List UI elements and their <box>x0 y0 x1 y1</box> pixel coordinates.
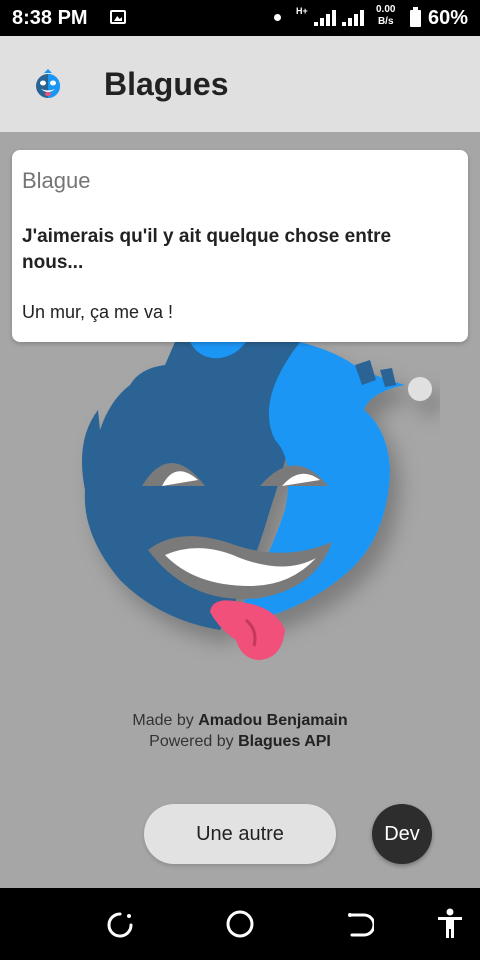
image-notification-icon <box>110 10 126 24</box>
powered-by-prefix: Powered by <box>149 733 234 750</box>
credits: Made by Amadou Benjamain Powered by Blag… <box>0 710 480 752</box>
mascot-illustration <box>81 330 432 660</box>
joke-card: Blague J'aimerais qu'il y ait quelque ch… <box>12 150 468 342</box>
dev-button[interactable]: Dev <box>372 804 432 864</box>
signal-strength-icon <box>314 10 336 26</box>
status-bar: 8:38 PM H+ 0.00 B/s 60% <box>0 0 480 36</box>
battery-percent: 60% <box>428 7 469 29</box>
network-speed: 0.00 B/s <box>376 4 395 28</box>
speed-value: 0.00 <box>376 4 396 15</box>
app-title: Blagues <box>104 66 229 102</box>
joke-punchline: Un mur, ça me va ! <box>22 302 174 322</box>
home-icon[interactable] <box>226 910 254 938</box>
blague-mascot-icon <box>36 69 60 98</box>
made-by-line: Made by Amadou Benjamain <box>0 710 480 731</box>
powered-by-line: Powered by Blagues API <box>0 731 480 752</box>
notification-dot-icon <box>274 14 281 21</box>
status-time: 8:38 PM <box>12 7 88 29</box>
accessibility-icon[interactable] <box>436 908 464 940</box>
author-name: Amadou Benjamain <box>198 712 348 729</box>
api-name: Blagues API <box>238 733 331 750</box>
back-icon[interactable] <box>346 911 374 939</box>
another-joke-button[interactable]: Une autre <box>144 804 336 864</box>
network-type: H+ <box>296 6 308 16</box>
joke-setup: J'aimerais qu'il y ait quelque chose ent… <box>22 226 392 273</box>
navigation-bar <box>0 888 480 960</box>
battery-icon <box>410 7 421 27</box>
card-header: Blague <box>22 168 91 193</box>
made-by-prefix: Made by <box>132 712 194 729</box>
signal-strength-icon-2 <box>342 10 364 26</box>
speed-unit: B/s <box>377 16 394 27</box>
app-bar: Blagues <box>0 36 480 132</box>
recent-apps-icon[interactable] <box>106 911 134 939</box>
